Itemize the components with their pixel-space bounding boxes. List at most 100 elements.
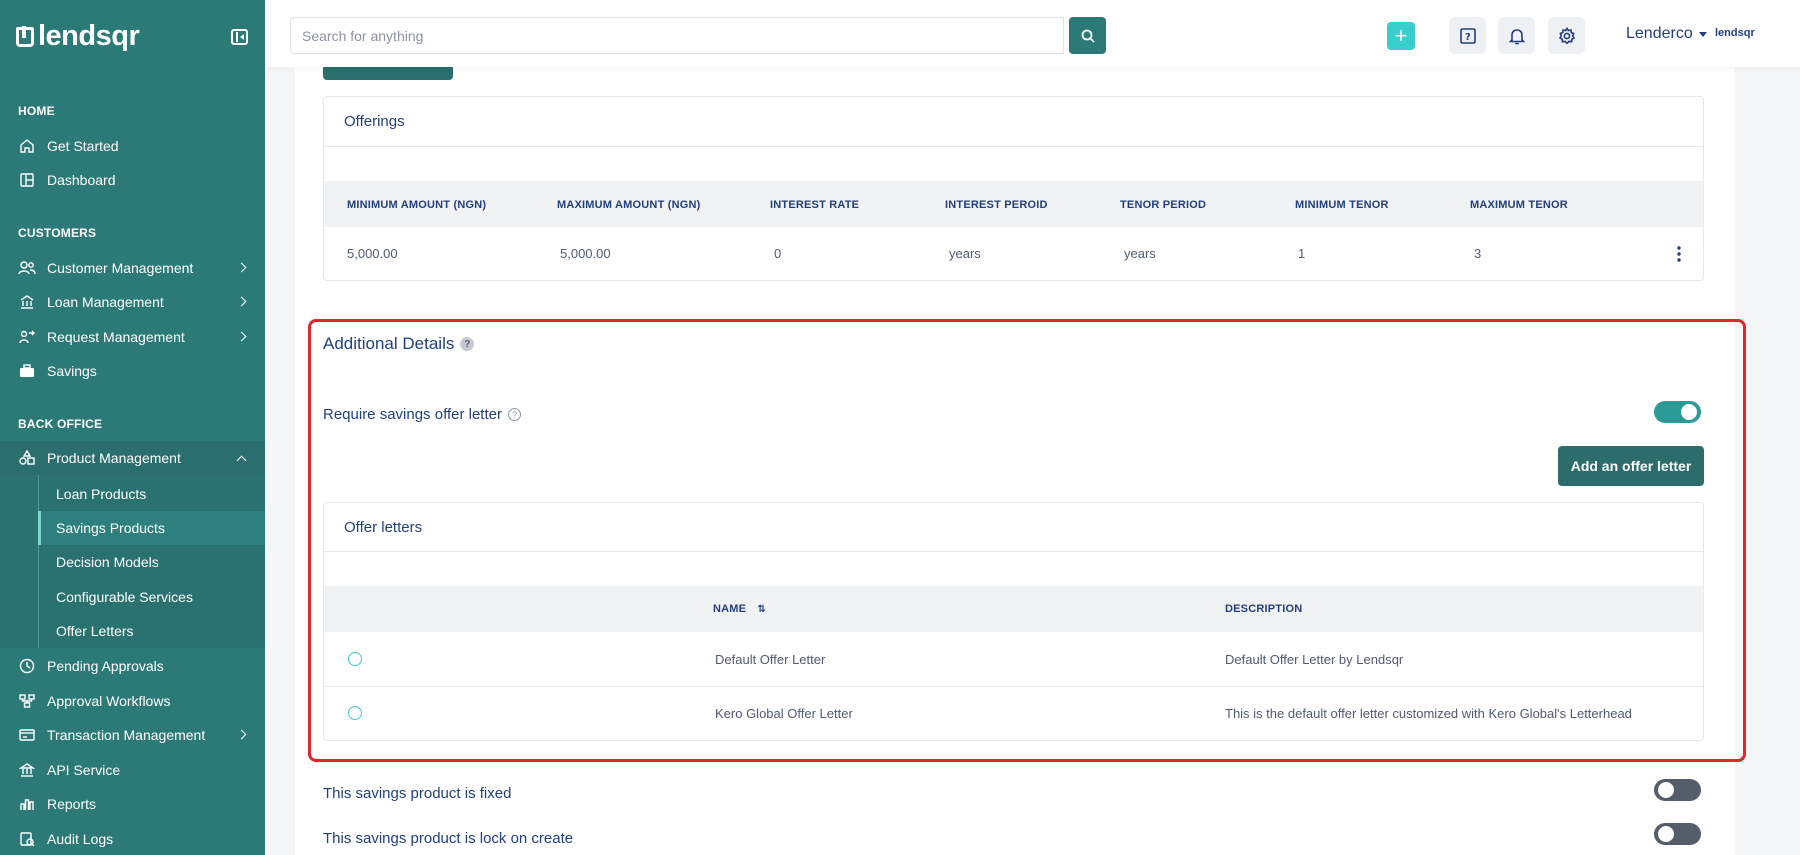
question-circle-icon[interactable]: ? xyxy=(507,408,521,421)
lock-on-create-toggle[interactable] xyxy=(1654,823,1701,845)
reports-icon xyxy=(18,795,36,813)
panel-divider xyxy=(324,551,1703,552)
sidebar-item-label: Approval Workflows xyxy=(47,693,171,709)
col-name[interactable]: NAME ⇅ xyxy=(713,603,766,615)
offer-letters-table-header: NAME ⇅ DESCRIPTION xyxy=(324,586,1703,632)
col-description: DESCRIPTION xyxy=(1225,603,1303,615)
org-logo-text: lendsqr xyxy=(1715,27,1755,39)
chevron-right-icon xyxy=(236,331,247,342)
offerings-panel: Offerings MINIMUM AMOUNT (NGN) MAXIMUM A… xyxy=(323,96,1704,281)
sidebar-item-reports[interactable]: Reports xyxy=(0,787,265,821)
sidebar-item-label: Savings xyxy=(47,363,97,379)
col-name-label: NAME xyxy=(713,603,747,615)
help-book-icon: ? xyxy=(1459,27,1476,44)
section-back-office: BACK OFFICE xyxy=(18,417,103,431)
briefcase-icon xyxy=(18,362,36,380)
sidebar: lendsqr HOME Get Started Dashboard CUSTO… xyxy=(0,0,265,855)
sidebar-item-savings[interactable]: Savings xyxy=(0,354,265,388)
offerings-table-header: MINIMUM AMOUNT (NGN) MAXIMUM AMOUNT (NGN… xyxy=(324,181,1703,227)
offerings-title: Offerings xyxy=(344,113,405,130)
help-button[interactable]: ? xyxy=(1449,17,1486,54)
sidebar-item-customer-management[interactable]: Customer Management xyxy=(0,251,265,285)
lock-on-create-label: This savings product is lock on create xyxy=(323,830,574,847)
row-divider xyxy=(324,686,1703,687)
plus-icon: + xyxy=(1394,23,1408,48)
fixed-product-toggle[interactable] xyxy=(1654,779,1701,801)
quick-add-button[interactable]: + xyxy=(1387,22,1415,50)
cell-minimum-tenor: 1 xyxy=(1298,246,1306,261)
require-offer-letter-toggle[interactable] xyxy=(1654,401,1701,423)
sidebar-item-label: Audit Logs xyxy=(47,831,114,847)
sidebar-item-api-service[interactable]: API Service xyxy=(0,753,265,787)
sidebar-item-loan-management[interactable]: Loan Management xyxy=(0,285,265,319)
select-radio[interactable] xyxy=(348,706,362,720)
users-icon xyxy=(18,259,36,277)
chevron-right-icon xyxy=(236,729,247,740)
transactions-icon xyxy=(18,726,36,744)
notifications-button[interactable] xyxy=(1498,17,1535,54)
org-logo: lendsqr xyxy=(1715,27,1755,39)
offer-letters-title: Offer letters xyxy=(344,519,423,536)
sidebar-item-get-started[interactable]: Get Started xyxy=(0,129,265,163)
svg-text:?: ? xyxy=(1465,32,1471,43)
sidebar-item-label: API Service xyxy=(47,762,121,778)
sidebar-item-product-management[interactable]: Product Management xyxy=(0,441,265,475)
sidebar-subitem-configurable-services[interactable]: Configurable Services xyxy=(38,580,265,614)
sidebar-item-label: Dashboard xyxy=(47,172,116,188)
lendsqr-logo-icon xyxy=(16,25,34,47)
settings-button[interactable] xyxy=(1548,17,1585,54)
sidebar-item-label: Get Started xyxy=(47,138,119,154)
cell-maximum-tenor: 3 xyxy=(1474,246,1482,261)
col-minimum-tenor: MINIMUM TENOR xyxy=(1295,199,1389,211)
request-icon xyxy=(18,328,36,346)
sidebar-item-approval-workflows[interactable]: Approval Workflows xyxy=(0,684,265,718)
sidebar-item-audit-logs[interactable]: Audit Logs xyxy=(0,822,265,855)
chevron-right-icon xyxy=(236,296,247,307)
col-minimum-amount: MINIMUM AMOUNT (NGN) xyxy=(347,199,487,211)
add-offer-letter-button[interactable]: Add an offer letter xyxy=(1558,446,1704,486)
additional-details-title: Additional Details ? xyxy=(323,334,475,354)
cell-interest-rate: 0 xyxy=(774,246,782,261)
sidebar-item-request-management[interactable]: Request Management xyxy=(0,320,265,354)
cell-interest-period: years xyxy=(949,246,981,261)
require-offer-letter-label: Require savings offer letter xyxy=(323,406,502,423)
select-radio[interactable] xyxy=(348,652,362,666)
user-name: Lenderco xyxy=(1626,25,1693,42)
cell-minimum-amount: 5,000.00 xyxy=(347,246,398,261)
section-title-text: Additional Details xyxy=(323,334,455,353)
collapse-sidebar-icon[interactable] xyxy=(231,29,248,45)
search-button[interactable] xyxy=(1069,17,1106,54)
bell-icon xyxy=(1508,28,1525,45)
sidebar-subitem-offer-letters[interactable]: Offer Letters xyxy=(38,614,265,648)
section-customers: CUSTOMERS xyxy=(18,226,97,240)
offer-letters-panel: Offer letters NAME ⇅ DESCRIPTION Default… xyxy=(323,502,1704,741)
fixed-product-label: This savings product is fixed xyxy=(323,785,512,802)
sidebar-subitem-loan-products[interactable]: Loan Products xyxy=(38,477,265,511)
sidebar-subitem-savings-products[interactable]: Savings Products xyxy=(38,511,265,545)
sidebar-item-pending-approvals[interactable]: Pending Approvals xyxy=(0,649,265,683)
sidebar-subitem-decision-models[interactable]: Decision Models xyxy=(38,545,265,579)
user-menu[interactable]: Lenderco xyxy=(1626,25,1707,43)
home-icon xyxy=(18,137,36,155)
api-bank-icon xyxy=(18,761,36,779)
cell-offer-description: This is the default offer letter customi… xyxy=(1225,706,1632,721)
sidebar-item-transaction-management[interactable]: Transaction Management xyxy=(0,718,265,752)
dashboard-icon xyxy=(18,171,36,189)
caret-down-icon xyxy=(1698,31,1707,37)
sidebar-item-dashboard[interactable]: Dashboard xyxy=(0,163,265,197)
brand-logo[interactable]: lendsqr xyxy=(16,20,140,53)
sidebar-item-label: Customer Management xyxy=(47,260,194,276)
cell-offer-description: Default Offer Letter by Lendsqr xyxy=(1225,652,1404,667)
sidebar-item-label: Pending Approvals xyxy=(47,658,164,674)
search-input[interactable] xyxy=(290,17,1064,54)
help-badge-icon[interactable]: ? xyxy=(460,337,475,351)
cell-offer-name: Default Offer Letter xyxy=(715,652,826,667)
bank-icon xyxy=(18,293,36,311)
kebab-menu-icon[interactable] xyxy=(1677,246,1681,262)
sidebar-item-label: Product Management xyxy=(47,450,181,466)
chevron-right-icon xyxy=(236,262,247,273)
cell-tenor-period: years xyxy=(1124,246,1156,261)
sort-icon[interactable]: ⇅ xyxy=(757,604,766,615)
sidebar-item-label: Loan Management xyxy=(47,294,164,310)
workflow-icon xyxy=(18,692,36,710)
